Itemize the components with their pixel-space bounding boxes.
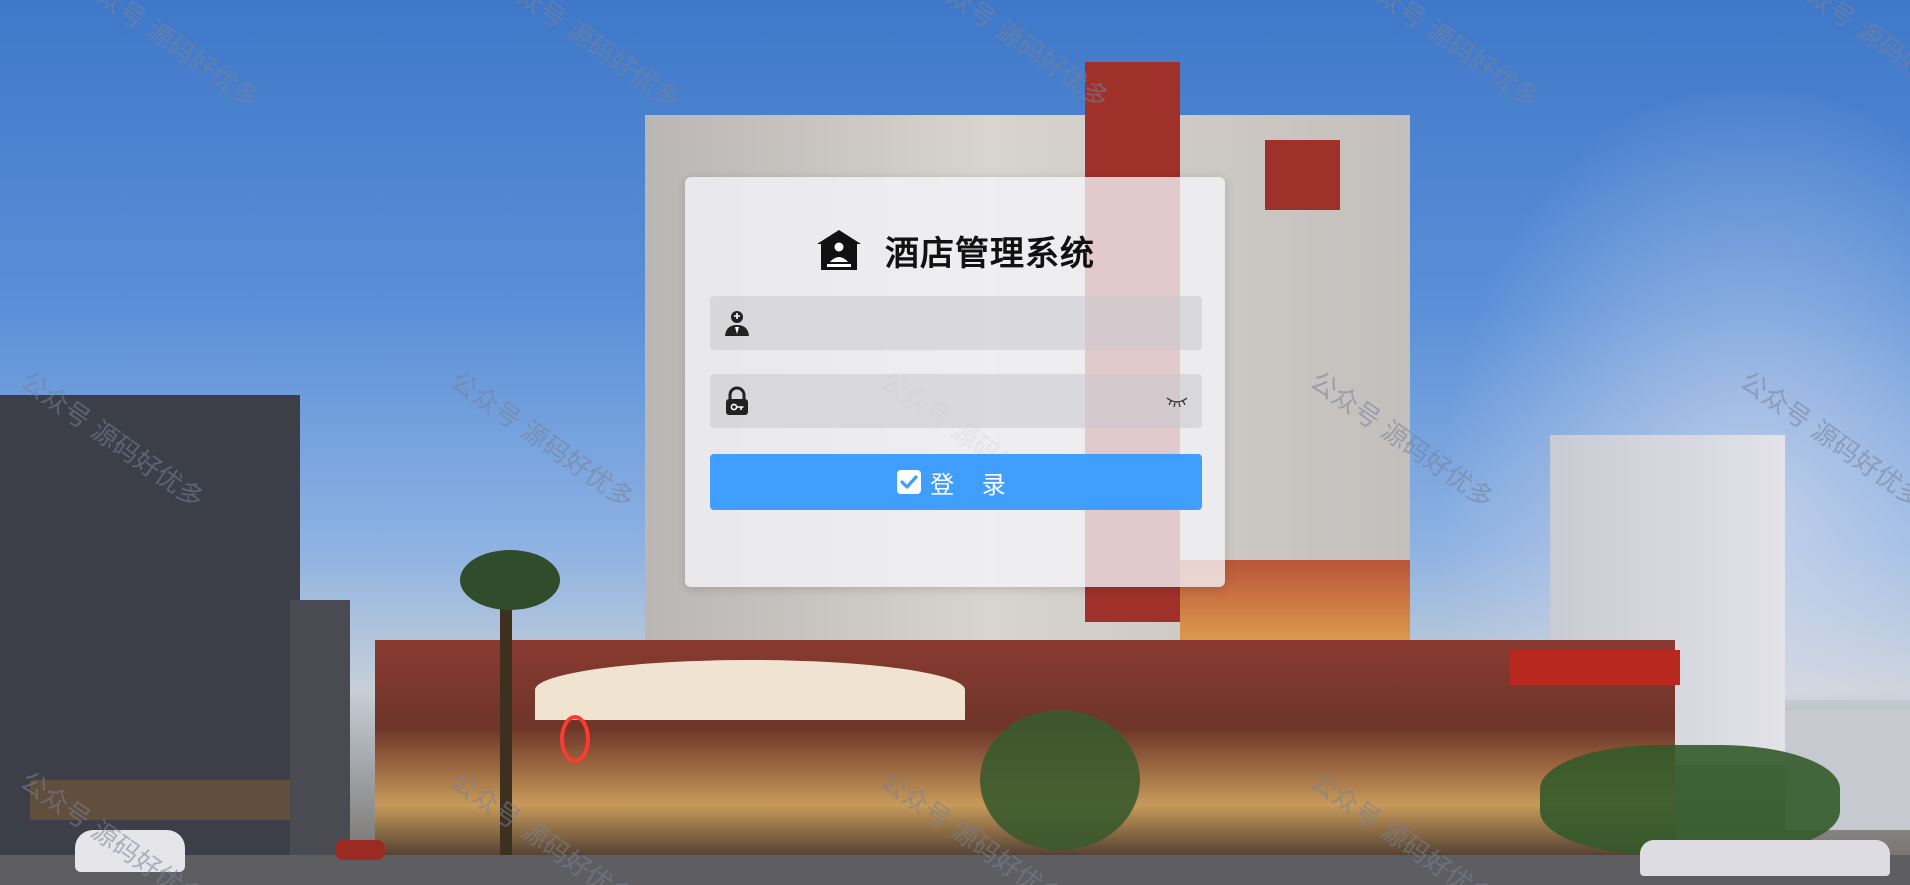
watermark: 公众号 源码好优多 [69, 0, 264, 115]
parked-cars [1640, 840, 1890, 876]
white-car [75, 830, 185, 872]
hotel-icon [817, 230, 861, 270]
watermark: 公众号 源码好优多 [444, 366, 639, 515]
eye-closed-icon[interactable] [1166, 394, 1188, 408]
username-field[interactable] [710, 296, 1202, 352]
entrance-canopy [535, 660, 965, 720]
tree-center [980, 710, 1140, 850]
user-icon [725, 311, 749, 336]
street [0, 855, 1910, 885]
login-header: 酒店管理系统 [685, 225, 1225, 275]
login-card: 酒店管理系统 登 录 [685, 177, 1225, 587]
watermark: 公众号 源码好优多 [489, 0, 684, 115]
red-car [335, 840, 385, 860]
password-input[interactable] [760, 374, 1154, 430]
hotel-red-roof [1265, 140, 1340, 210]
username-input[interactable] [760, 296, 1154, 352]
login-button-label: 登 录 [930, 470, 1016, 499]
left-building-lights [30, 780, 290, 820]
trees-right [1540, 745, 1840, 855]
red-sign-right [1510, 650, 1680, 685]
palm-tree [460, 550, 560, 610]
left-building-annex [290, 600, 350, 880]
checkbox-icon [897, 470, 922, 494]
lock-icon [726, 386, 748, 415]
neon-sign [560, 715, 590, 763]
password-field[interactable] [710, 374, 1202, 430]
login-button[interactable]: 登 录 [710, 454, 1202, 510]
app-title: 酒店管理系统 [885, 233, 1095, 274]
